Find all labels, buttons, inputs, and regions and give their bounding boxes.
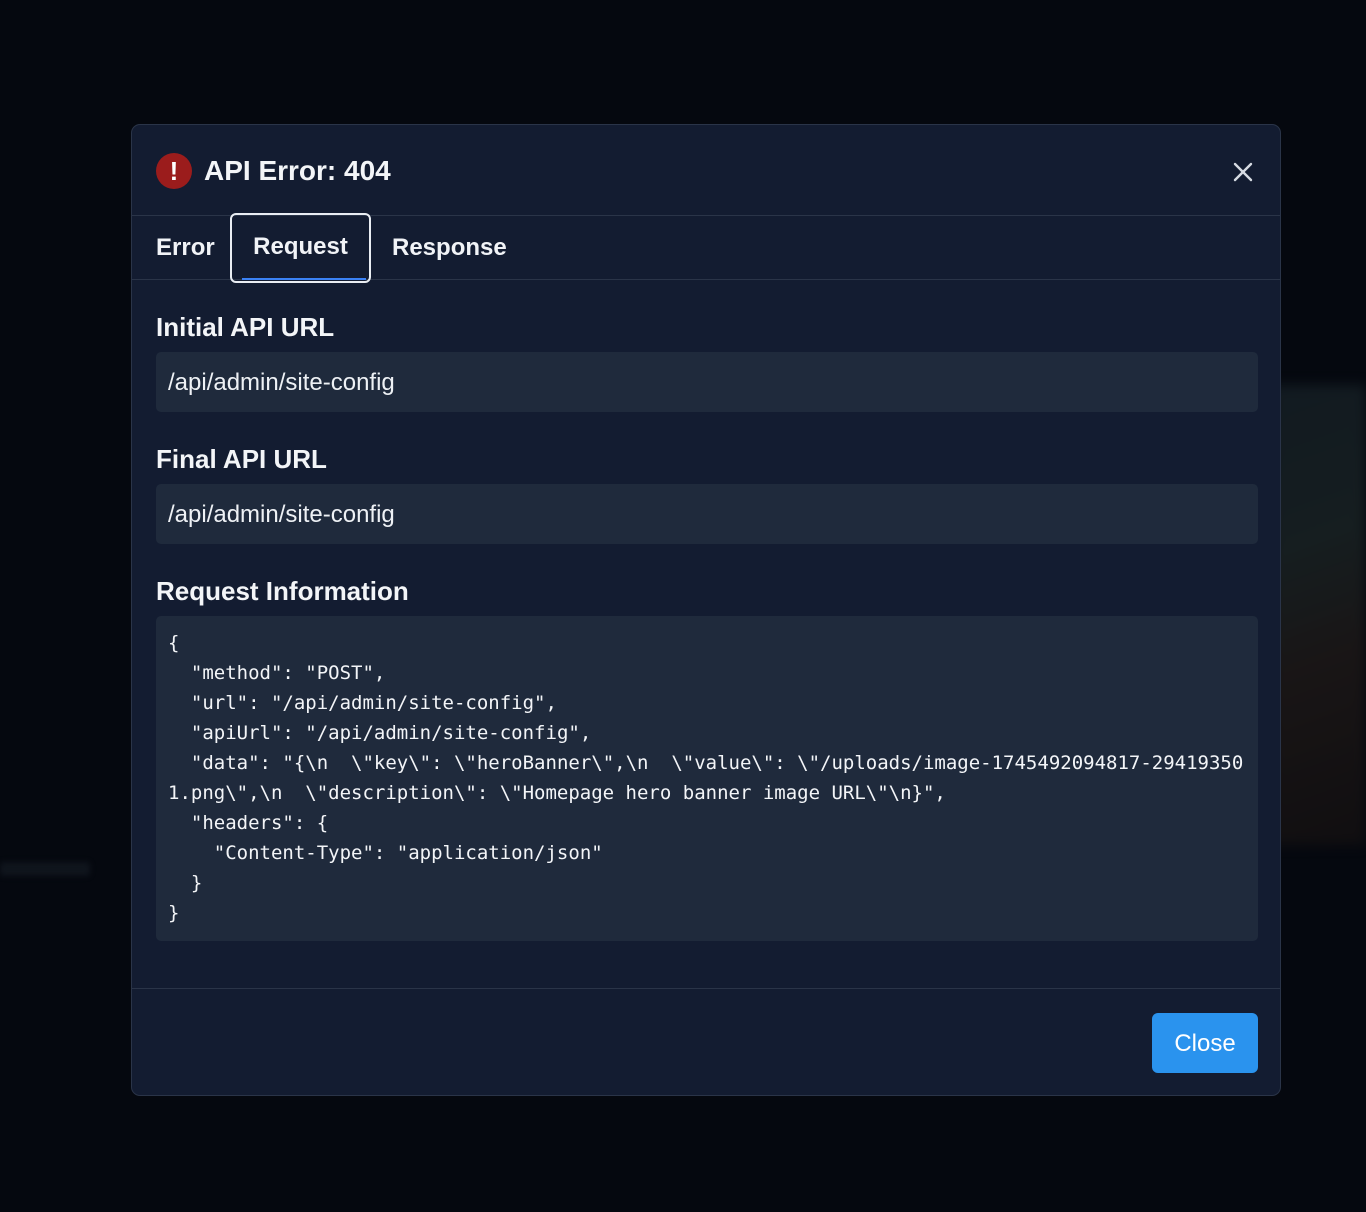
tab-error[interactable]: Error [156,216,215,280]
tab-request-label: Request [253,233,348,260]
tab-request[interactable]: Request [230,213,371,283]
final-url-value: /api/admin/site-config [156,484,1258,544]
final-url-label: Final API URL [156,444,327,474]
active-tab-indicator [242,278,366,280]
dialog-footer: Close [132,988,1280,1095]
background-image [1270,385,1366,845]
api-error-dialog: ! API Error: 404 Error Request Response … [131,124,1281,1096]
initial-url-label: Initial API URL [156,312,335,342]
dialog-header: ! API Error: 404 [132,125,1280,216]
tab-response[interactable]: Response [392,216,507,280]
request-info-label: Request Information [156,576,409,606]
dialog-title: API Error: 404 [204,155,391,186]
close-icon[interactable] [1226,155,1260,189]
tab-bar: Error Request Response [132,213,1280,283]
initial-url-value: /api/admin/site-config [156,352,1258,412]
exclamation-circle-icon: ! [156,153,192,189]
background-text [0,862,90,876]
request-info-code: { "method": "POST", "url": "/api/admin/s… [156,616,1258,941]
close-button[interactable]: Close [1152,1013,1258,1073]
